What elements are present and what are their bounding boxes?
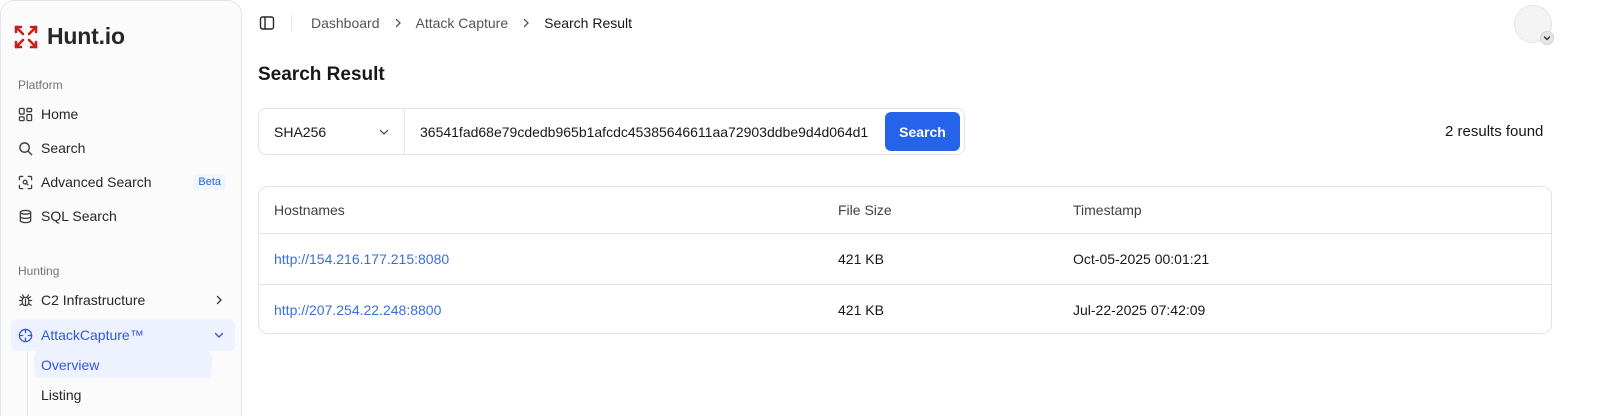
sidebar-item-attackcapture[interactable]: AttackCapture™ (11, 319, 235, 351)
search-bar: SHA256 Search (258, 108, 965, 155)
database-icon (19, 209, 32, 223)
panel-left-icon (259, 16, 275, 30)
timestamp-cell: Jul-22-2025 07:42:09 (1073, 283, 1551, 333)
topbar-divider (291, 15, 292, 31)
chevron-right-icon (216, 295, 222, 305)
sidebar-item-search[interactable]: Search (11, 132, 235, 164)
sidebar-item-label: Home (41, 106, 79, 122)
sidebar-item-label: Advanced Search (41, 174, 152, 190)
table-row: http://154.216.177.215:8080 421 KB Oct-0… (259, 233, 1551, 284)
brand-name: Hunt.io (47, 23, 125, 49)
timestamp-cell: Oct-05-2025 00:01:21 (1073, 250, 1210, 267)
sidebar-item-sql-search[interactable]: SQL Search (11, 200, 235, 232)
column-header-hostnames: Hostnames (259, 187, 838, 234)
crosshair-icon (18, 328, 33, 342)
file-size-cell: 421 KB (838, 283, 1073, 333)
main-content: Dashboard Attack Capture Search Result S… (242, 0, 1600, 416)
file-size-cell: 421 KB (838, 250, 884, 267)
dashboard-icon (18, 107, 33, 121)
chevron-right-icon (521, 18, 531, 28)
chevron-right-icon (393, 18, 403, 28)
table-header-row: Hostnames File Size Timestamp (259, 187, 1551, 234)
page-title: Search Result (258, 64, 385, 85)
section-label-platform: Platform (18, 78, 63, 92)
beta-badge: Beta (193, 174, 226, 190)
hash-search-input[interactable] (405, 109, 885, 154)
sidebar-item-label: C2 Infrastructure (41, 292, 146, 308)
sidebar: Hunt.io Platform Home Search Advanced Se… (0, 0, 242, 416)
submenu-rail (27, 351, 28, 416)
sidebar-toggle-button[interactable] (258, 14, 276, 32)
sidebar-item-home[interactable]: Home (11, 98, 235, 130)
search-button[interactable]: Search (885, 112, 960, 151)
sidebar-subitem-overview[interactable]: Overview (34, 351, 212, 378)
hunt-logo-icon (14, 25, 38, 48)
breadcrumb: Dashboard Attack Capture Search Result (311, 15, 632, 31)
sidebar-item-label: AttackCapture™ (41, 327, 144, 343)
hash-type-value: SHA256 (274, 123, 327, 140)
hash-type-select[interactable]: SHA256 (259, 109, 405, 154)
breadcrumb-dashboard[interactable]: Dashboard (311, 15, 380, 31)
breadcrumb-attack-capture[interactable]: Attack Capture (416, 15, 509, 31)
chevron-down-icon (214, 332, 224, 338)
chevron-down-icon (379, 129, 389, 135)
column-header-timestamp: Timestamp (1073, 187, 1551, 234)
sidebar-subitem-listing[interactable]: Listing (34, 381, 212, 408)
topbar: Dashboard Attack Capture Search Result (258, 12, 632, 34)
section-label-hunting: Hunting (18, 264, 60, 278)
chevron-down-icon[interactable] (1540, 31, 1554, 45)
breadcrumb-search-result: Search Result (544, 15, 633, 31)
column-header-file-size: File Size (838, 187, 1073, 234)
brand-logo[interactable]: Hunt.io (13, 23, 125, 50)
table-row: http://207.254.22.248:8800 421 KB Jul-22… (259, 283, 1551, 333)
bug-icon (18, 293, 33, 306)
search-icon (19, 141, 33, 155)
sidebar-item-label: SQL Search (41, 208, 117, 224)
results-count: 2 results found (1445, 123, 1544, 140)
sidebar-item-label: Search (41, 140, 86, 156)
scan-icon (18, 175, 33, 189)
hostname-link[interactable]: http://207.254.22.248:8800 (274, 302, 441, 318)
hostname-link[interactable]: http://154.216.177.215:8080 (274, 251, 449, 267)
sidebar-item-advanced-search[interactable]: Advanced Search Beta (11, 166, 235, 198)
results-table: Hostnames File Size Timestamp http://154… (258, 186, 1552, 334)
sidebar-item-c2-infrastructure[interactable]: C2 Infrastructure (11, 284, 235, 316)
